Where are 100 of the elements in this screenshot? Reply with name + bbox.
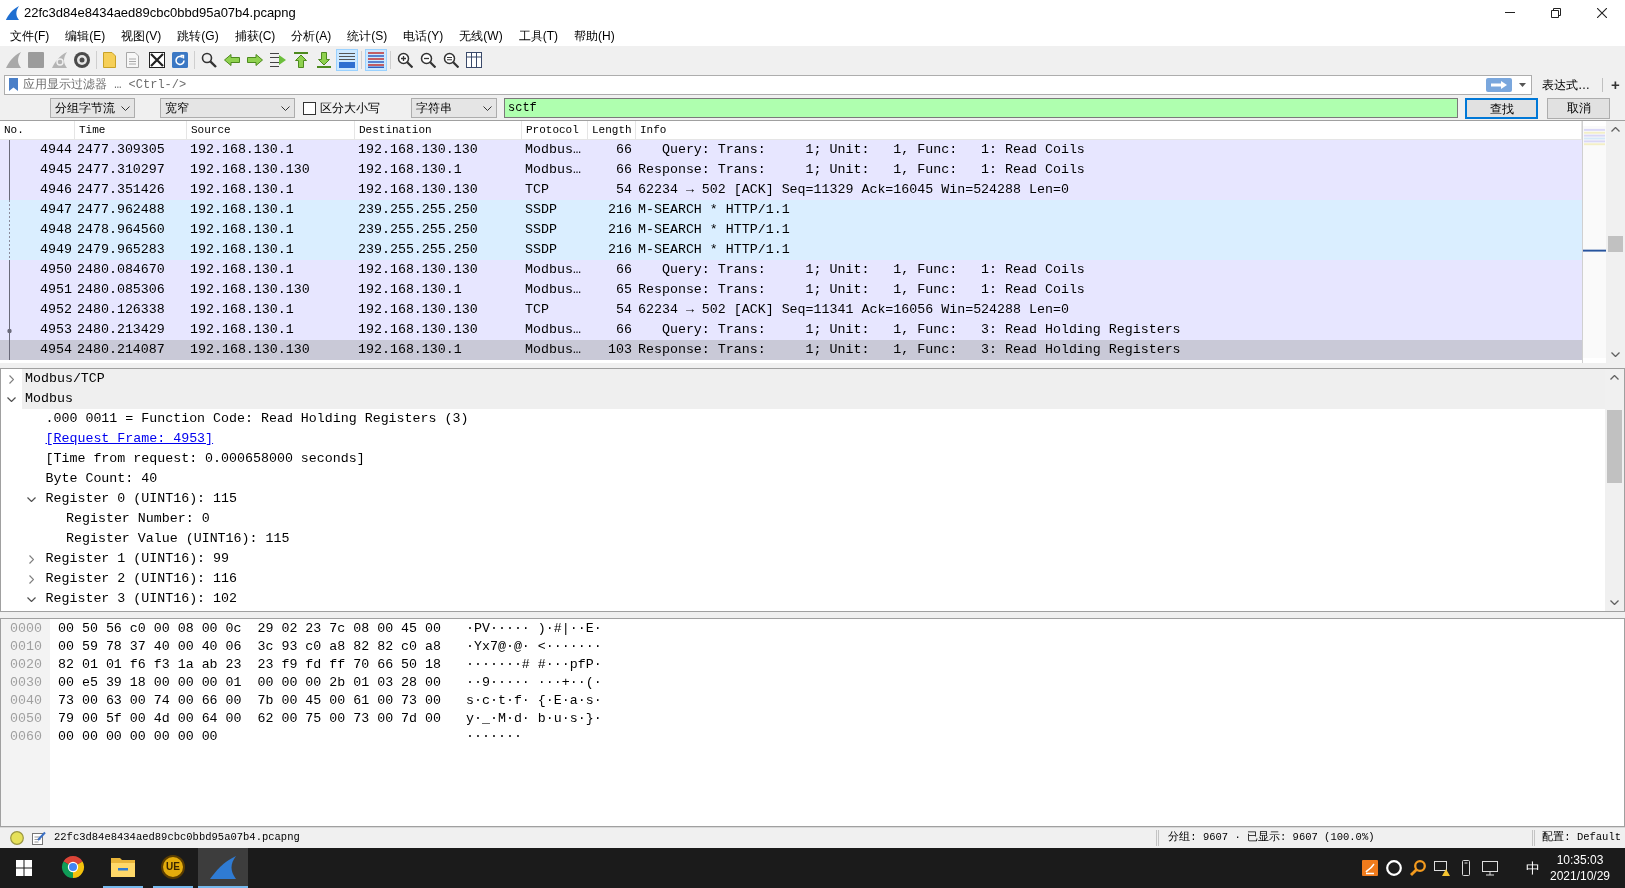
input-method-button[interactable]: 中: [1518, 848, 1548, 888]
table-cell-text: 192.168.130.130: [189, 281, 311, 300]
menu-item[interactable]: 编辑(E): [57, 25, 114, 46]
add-filter-button[interactable]: +: [1611, 74, 1620, 95]
menu-item[interactable]: 捕获(C): [226, 25, 284, 46]
table-cell-text: 2477.310297: [76, 161, 166, 180]
packet-row[interactable]: 4946 2477.351426 192.168.130.1 192.168.130.130 TCP 54 62234 → 502 [ACK] Seq=11329 Ack=16045 Win=524288 Len=0: [0, 180, 1582, 200]
packet-row[interactable]: 4952 2480.126338 192.168.130.1 192.168.130.130 TCP 54 62234 → 502 [ACK] Seq=11341 Ack=16056 Win=524288 Len=0: [0, 300, 1582, 320]
packet-row[interactable]: 4951 2480.085306 192.168.130.130 192.168.130.1 Modbus… 65 Response: Trans: 1; Unit: 1, Func: 1: Read Coils: [0, 280, 1582, 300]
menu-item[interactable]: 跳转(G): [169, 25, 227, 46]
table-cell-text: 192.168.130.1: [189, 141, 295, 160]
column-header[interactable]: No.: [0, 121, 75, 139]
tree-item[interactable]: Register 2 (UINT16): 116: [42, 569, 237, 589]
find-button[interactable]: 查找: [1465, 97, 1538, 119]
caret-down-icon[interactable]: [1610, 600, 1619, 605]
table-cell-text: SSDP: [524, 241, 558, 260]
tree-item[interactable]: Register Value (UINT16): 115: [63, 529, 290, 549]
vertical-scrollbar[interactable]: [1606, 121, 1625, 363]
frame-link[interactable]: [Request Frame: 4953]: [42, 429, 214, 449]
column-header[interactable]: Info: [636, 121, 1582, 139]
tree-item[interactable]: Register 0 (UINT16): 115: [42, 489, 237, 509]
table-cell-text: Modbus…: [524, 261, 582, 280]
caret-up-icon[interactable]: [1610, 375, 1619, 380]
chevron-down-icon[interactable]: [27, 596, 36, 602]
packet-row[interactable]: 4949 2479.965283 192.168.130.1 239.255.255.250 SSDP 216 M-SEARCH * HTTP/1.1: [0, 240, 1582, 260]
close-icon: [1597, 7, 1607, 18]
hex-offset: 0060: [9, 728, 43, 746]
packet-row[interactable]: 4953 2480.213429 192.168.130.1 192.168.130.130 Modbus… 66 Query: Trans: 1; Unit: 1, Func: 3: Read Holding Registers: [0, 320, 1582, 340]
tree-item[interactable]: Register 3 (UINT16): 102: [42, 589, 237, 609]
profile-label[interactable]: 配置: Default: [1542, 830, 1621, 846]
app-logo: UE: [161, 855, 185, 879]
chevron-right-icon[interactable]: [29, 574, 34, 584]
table-cell-text: Modbus…: [524, 141, 582, 160]
tree-item[interactable]: Modbus: [22, 389, 1605, 409]
menu-item[interactable]: 视图(V): [113, 25, 170, 46]
tree-item[interactable]: Register Number: 0: [63, 509, 210, 529]
menu-item[interactable]: 无线(W): [451, 25, 511, 46]
table-cell-text: 239.255.255.250: [357, 221, 479, 240]
chevron-down-icon[interactable]: [27, 496, 36, 502]
table-cell-text: 192.168.130.1: [357, 341, 463, 360]
packet-row[interactable]: 4948 2478.964560 192.168.130.1 239.255.255.250 SSDP 216 M-SEARCH * HTTP/1.1: [0, 220, 1582, 240]
packet-row[interactable]: 4954 2480.214087 192.168.130.130 192.168.130.1 Modbus… 103 Response: Trans: 1; Unit: 1, Func: 3: Read Holding Registers: [0, 340, 1582, 360]
menu-item[interactable]: 工具(T): [510, 25, 566, 46]
case-sensitive-checkbox[interactable]: [303, 101, 316, 115]
packet-row[interactable]: 4944 2477.309305 192.168.130.1 192.168.130.130 Modbus… 66 Query: Trans: 1; Unit: 1, Func: 1: Read Coils: [0, 140, 1582, 160]
chevron-right-icon[interactable]: [29, 554, 34, 564]
packet-row[interactable]: 4945 2477.310297 192.168.130.130 192.168.130.1 Modbus… 66 Response: Trans: 1; Unit: 1, Func: 1: Read Coils: [0, 160, 1582, 180]
table-cell-text: 2480.084670: [76, 261, 166, 280]
taskbar-app-button[interactable]: UE: [148, 848, 198, 888]
menu-item[interactable]: 分析(A): [283, 25, 340, 46]
taskbar-app-button[interactable]: [198, 848, 248, 888]
column-header[interactable]: Protocol: [522, 121, 588, 139]
table-cell-text: 192.168.130.130: [189, 161, 311, 180]
search-type-dropdown[interactable]: 字符串: [411, 98, 497, 118]
tree-item[interactable]: Register 1 (UINT16): 99: [42, 549, 230, 569]
folder-icon: [111, 857, 135, 877]
table-cell-text: Query: Trans: 1; Unit: 1, Func: 1: Read Coils: [660, 261, 1086, 280]
table-cell-text: 66: [615, 321, 633, 340]
tree-item[interactable]: Byte Count: 40: [42, 469, 158, 489]
column-header[interactable]: Source: [187, 121, 355, 139]
table-cell-text: 4954: [39, 341, 73, 360]
scrollbar-thumb[interactable]: [1608, 236, 1623, 252]
chevron-down-icon: [121, 105, 130, 111]
table-cell-text: M-SEARCH * HTTP/1.1: [637, 221, 791, 240]
packet-row[interactable]: 4947 2477.962488 192.168.130.1 239.255.255.250 SSDP 216 M-SEARCH * HTTP/1.1: [0, 200, 1582, 220]
menu-item[interactable]: 文件(F): [2, 25, 58, 46]
chevron-right-icon[interactable]: [8, 374, 14, 384]
column-header[interactable]: Time: [75, 121, 187, 139]
search-in-dropdown[interactable]: 分组字节流: [50, 98, 135, 118]
caret-up-icon[interactable]: [1611, 127, 1620, 132]
tree-item[interactable]: Modbus/TCP: [22, 369, 1605, 389]
expression-button[interactable]: 表达式…: [1542, 74, 1590, 95]
clock-button[interactable]: 10:35:03 2021/10/29: [1548, 848, 1612, 888]
packet-row[interactable]: 4950 2480.084670 192.168.130.1 192.168.130.130 Modbus… 66 Query: Trans: 1; Unit: 1, Func: 1: Read Coils: [0, 260, 1582, 280]
caret-down-icon[interactable]: [1611, 352, 1620, 357]
column-header[interactable]: Length: [588, 121, 636, 139]
chevron-down-icon[interactable]: [6, 396, 16, 402]
menu-item[interactable]: 帮助(H): [566, 25, 623, 46]
tree-item[interactable]: [Time from request: 0.000658000 seconds]: [42, 449, 365, 469]
character-width-dropdown[interactable]: 宽窄: [160, 98, 295, 118]
scrollbar-thumb[interactable]: [1607, 410, 1622, 483]
search-field[interactable]: sctf: [504, 98, 1458, 118]
table-cell-text: M-SEARCH * HTTP/1.1: [637, 201, 791, 220]
table-cell-text: 4952: [39, 301, 73, 320]
chevron-down-icon: [281, 105, 290, 111]
ascii-text: ··9····· ···+··(·: [466, 674, 602, 693]
tree-item[interactable]: .000 0011 = Function Code: Read Holding Registers (3): [42, 409, 469, 429]
table-cell-text: 4948: [39, 221, 73, 240]
status-circle-icon[interactable]: [10, 831, 24, 845]
cancel-button[interactable]: 取消: [1547, 97, 1610, 119]
pen-tile-icon: [1362, 860, 1378, 876]
vertical-scrollbar[interactable]: [1605, 369, 1624, 611]
column-header[interactable]: Destination: [355, 121, 522, 139]
menu-item[interactable]: 统计(S): [339, 25, 396, 46]
menu-item[interactable]: 电话(Y): [395, 25, 452, 46]
edit-note-icon[interactable]: [32, 831, 46, 845]
table-cell-text: 103: [607, 341, 633, 360]
table-cell-text: 192.168.130.130: [357, 301, 479, 320]
table-cell-text: Modbus…: [524, 281, 582, 300]
ring-icon: [1386, 860, 1402, 876]
